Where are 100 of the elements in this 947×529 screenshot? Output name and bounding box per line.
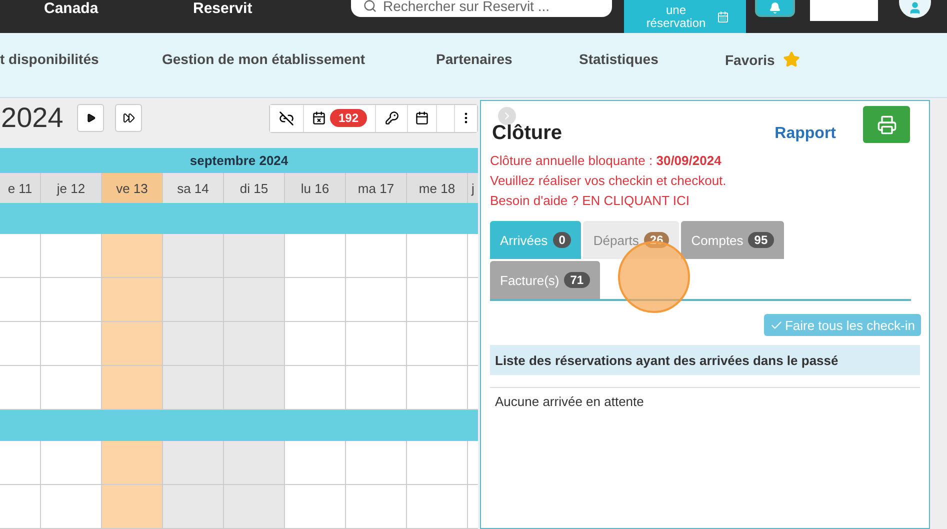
count-badge: 71 <box>564 272 590 288</box>
availability-cell[interactable] <box>468 322 478 366</box>
calendar-x-icon <box>312 111 326 126</box>
availability-cell[interactable] <box>41 366 102 410</box>
availability-cell[interactable] <box>407 234 468 278</box>
print-button[interactable] <box>863 106 910 143</box>
availability-cell[interactable] <box>41 485 102 529</box>
availability-cell[interactable] <box>102 441 163 485</box>
year-label: 2024 <box>1 102 64 134</box>
search-field[interactable]: Rechercher sur Reservit ... <box>351 0 612 17</box>
closing-tab[interactable]: Arrivées 0 <box>490 221 582 259</box>
availability-cell[interactable] <box>163 234 224 278</box>
notification-button[interactable] <box>755 0 795 17</box>
next-button[interactable] <box>77 104 104 132</box>
day-header: j <box>468 173 478 203</box>
top-nav-item[interactable]: Canada <box>44 0 98 17</box>
list-header: Liste des réservations ayant des arrivées dans le passé <box>490 345 920 375</box>
availability-cell[interactable] <box>224 485 285 529</box>
availability-cell[interactable] <box>407 441 468 485</box>
availability-cell[interactable] <box>285 322 346 366</box>
calendar-icon <box>717 10 729 22</box>
day-header: sa 14 <box>163 173 224 203</box>
count-badge: 95 <box>748 232 774 248</box>
warning-text: Clôture annuelle bloquante : 30/09/2024 <box>490 152 722 170</box>
warning-text: Veuillez réaliser vos checkin et checkout. <box>490 172 728 190</box>
availability-cell[interactable] <box>41 322 102 366</box>
availability-cell[interactable] <box>346 441 407 485</box>
availability-cell[interactable] <box>285 485 346 529</box>
availability-cell[interactable] <box>285 278 346 322</box>
day-header: di 15 <box>224 173 285 203</box>
availability-cell[interactable] <box>346 322 407 366</box>
nav-link[interactable]: Partenaires <box>436 51 512 67</box>
availability-cell[interactable] <box>163 278 224 322</box>
collapse-button[interactable] <box>498 107 516 125</box>
logo-placeholder <box>810 0 878 21</box>
play-icon <box>86 113 96 124</box>
month-header: septembre 2024 <box>0 148 478 173</box>
availability-cell[interactable] <box>102 322 163 366</box>
availability-cell[interactable] <box>163 322 224 366</box>
panel-title: Clôture <box>492 122 562 145</box>
availability-cell[interactable] <box>407 322 468 366</box>
top-nav-item[interactable]: Reservit <box>193 0 252 17</box>
availability-cell[interactable] <box>0 278 41 322</box>
availability-cell[interactable] <box>285 234 346 278</box>
check-icon <box>770 318 783 332</box>
availability-cell[interactable] <box>0 441 41 485</box>
key-icon <box>384 111 398 126</box>
availability-cell[interactable] <box>224 234 285 278</box>
fast-forward-button[interactable] <box>115 104 142 132</box>
unlink-button[interactable] <box>270 104 304 132</box>
availability-cell[interactable] <box>224 278 285 322</box>
nav-link[interactable]: t disponibilités <box>0 51 99 67</box>
closing-tab[interactable]: Comptes 95 <box>681 221 784 259</box>
availability-cell[interactable] <box>41 278 102 322</box>
availability-cell[interactable] <box>468 366 478 410</box>
fast-forward-icon <box>122 112 135 124</box>
availability-cell[interactable] <box>346 366 407 410</box>
closing-tab[interactable]: Facture(s) 71 <box>490 261 600 299</box>
availability-cell[interactable] <box>163 485 224 529</box>
availability-cell[interactable] <box>163 441 224 485</box>
availability-cell[interactable] <box>468 485 478 529</box>
availability-cell[interactable] <box>102 234 163 278</box>
count-badge: 0 <box>552 232 572 248</box>
availability-cell[interactable] <box>0 485 41 529</box>
day-header: lu 16 <box>285 173 346 203</box>
report-link[interactable]: Rapport <box>774 124 836 142</box>
availability-cell[interactable] <box>0 366 41 410</box>
day-header: e 11 <box>0 173 41 203</box>
availability-cell[interactable] <box>41 234 102 278</box>
availability-cell[interactable] <box>407 278 468 322</box>
availability-cell[interactable] <box>102 278 163 322</box>
availability-cell[interactable] <box>224 322 285 366</box>
nav-link[interactable]: Gestion de mon établissement <box>162 51 366 67</box>
availability-cell[interactable] <box>346 485 407 529</box>
warning-text: Besoin d'aide ? EN CLIQUANT ICI <box>490 192 690 210</box>
availability-cell[interactable] <box>346 234 407 278</box>
search-placeholder: Rechercher sur Reservit ... <box>383 0 550 14</box>
availability-cell[interactable] <box>224 366 285 410</box>
search-icon <box>363 0 377 12</box>
availability-cell[interactable] <box>468 278 478 322</box>
availability-cell[interactable] <box>163 366 224 410</box>
unlink-icon <box>279 110 294 126</box>
availability-cell[interactable] <box>102 485 163 529</box>
nav-link[interactable]: Statistiques <box>579 51 658 67</box>
day-header: ma 17 <box>346 173 407 203</box>
availability-cell[interactable] <box>102 366 163 410</box>
availability-cell[interactable] <box>407 485 468 529</box>
availability-cell[interactable] <box>224 441 285 485</box>
availability-cell[interactable] <box>407 366 468 410</box>
availability-cell[interactable] <box>346 278 407 322</box>
availability-cell[interactable] <box>468 234 478 278</box>
availability-cell[interactable] <box>468 441 478 485</box>
availability-cell[interactable] <box>285 366 346 410</box>
count-badge: 192 <box>330 109 367 128</box>
availability-cell[interactable] <box>41 441 102 485</box>
nav-link[interactable]: Favoris <box>725 51 800 68</box>
availability-cell[interactable] <box>285 441 346 485</box>
empty-message: Aucune arrivée en attente <box>490 387 920 415</box>
availability-cell[interactable] <box>0 234 41 278</box>
availability-cell[interactable] <box>0 322 41 366</box>
